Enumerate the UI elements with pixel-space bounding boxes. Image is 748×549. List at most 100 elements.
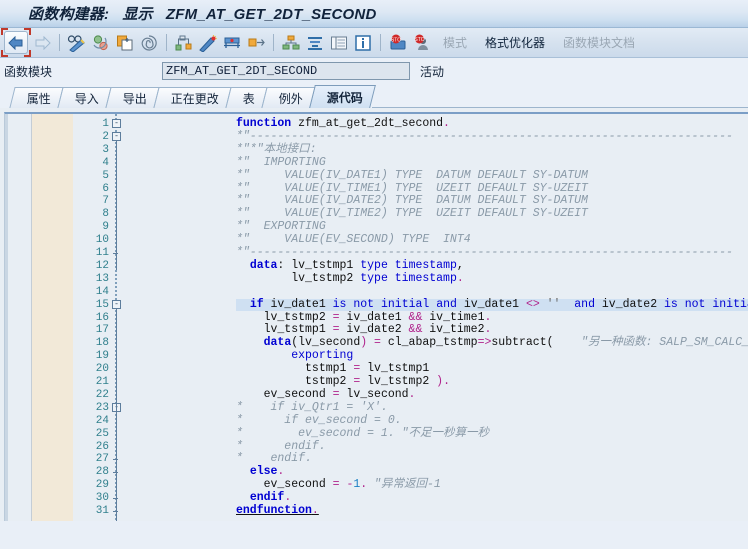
where-used-list-icon[interactable]: [137, 31, 161, 55]
line-number: 16: [95, 311, 109, 324]
code-line[interactable]: exporting: [236, 349, 748, 363]
code-line[interactable]: function zfm_at_get_2dt_second.: [236, 117, 748, 131]
tab-source-code[interactable]: 源代码: [309, 85, 376, 108]
fold-end-tick: [113, 511, 118, 512]
copy-icon[interactable]: [113, 31, 137, 55]
toolbar-mode-button[interactable]: 模式: [443, 34, 467, 51]
fold-toggle-icon[interactable]: -: [112, 131, 121, 141]
code-line[interactable]: *" VALUE(EV_SECOND) TYPE INT4: [236, 233, 748, 247]
tab-label: 源代码: [326, 90, 363, 105]
line-number: 14: [95, 285, 109, 298]
code-line[interactable]: ev_second = lv_second.: [236, 388, 748, 402]
line-number: 17: [95, 324, 109, 337]
code-line[interactable]: else.: [236, 466, 748, 479]
stop-screen-icon[interactable]: STO: [386, 31, 410, 55]
hierarchy-icon[interactable]: [279, 31, 303, 55]
toolbar-separator: [273, 34, 274, 51]
line-number: 1: [102, 118, 109, 130]
code-line[interactable]: endfunction.: [236, 504, 748, 518]
line-number: 26: [95, 440, 109, 453]
fold-toggle-icon[interactable]: -: [112, 299, 121, 309]
info-icon[interactable]: [351, 31, 375, 55]
line-number: 7: [102, 195, 109, 208]
title-object-name: ZFM_AT_GET_2DT_SECOND: [165, 6, 377, 23]
magic-wand-glyph: [199, 34, 217, 52]
toolbar-separator: [59, 34, 60, 51]
tab-export[interactable]: 导出: [105, 87, 160, 108]
code-line[interactable]: * endif.: [236, 453, 748, 466]
code-line[interactable]: * endif.: [236, 440, 748, 454]
code-line[interactable]: if iv_date1 is not initial and iv_date1 …: [236, 298, 748, 312]
refresh-icon[interactable]: [89, 31, 113, 55]
code-line[interactable]: *" VALUE(IV_DATE2) TYPE DATUM DEFAULT SY…: [236, 195, 748, 208]
tab-attributes[interactable]: 属性: [9, 87, 64, 108]
code-line[interactable]: *"--------------------------------------…: [236, 130, 748, 144]
tab-label: 表: [242, 91, 255, 106]
line-number: 5: [102, 169, 109, 182]
code-line[interactable]: data(lv_second) = cl_abap_tstmp=>subtrac…: [236, 337, 748, 350]
code-line[interactable]: * if ev_second = 0.: [236, 414, 748, 428]
code-line[interactable]: *"--------------------------------------…: [236, 246, 748, 260]
activate-rack-glyph: [224, 37, 240, 48]
line-number: 6: [102, 182, 109, 195]
forward-arrow-glyph: [35, 35, 51, 50]
fold-toggle-icon[interactable]: -: [112, 119, 121, 128]
code-line[interactable]: endif.: [236, 491, 748, 505]
code-line[interactable]: * if iv_Qtr1 = 'X'.: [236, 401, 748, 415]
table-list-glyph: [331, 36, 347, 49]
toolbar-function-module-doc-button[interactable]: 函数模块文档: [563, 34, 635, 51]
fold-end-tick: [113, 459, 118, 461]
tab-exceptions[interactable]: 例外: [261, 87, 316, 108]
code-line[interactable]: *" VALUE(IV_DATE1) TYPE DATUM DEFAULT SY…: [236, 169, 748, 183]
line-number: 21: [95, 376, 109, 388]
code-line[interactable]: lv_tstmp2 type timestamp.: [236, 272, 748, 286]
code-line[interactable]: *"*"本地接口:: [236, 143, 748, 157]
code-line[interactable]: [236, 286, 748, 299]
code-line[interactable]: data: lv_tstmp1 type timestamp,: [236, 259, 748, 273]
fold-range-bar: [116, 411, 117, 521]
code-text-area[interactable]: function zfm_at_get_2dt_second. *"-------…: [118, 114, 748, 521]
code-line[interactable]: *" VALUE(IV_TIME2) TYPE UZEIT DEFAULT SY…: [236, 208, 748, 221]
code-line[interactable]: tstmp2 = lv_tstmp2 ).: [236, 375, 748, 389]
tree-hierarchy-glyph: [282, 35, 300, 49]
breakpoint-gutter[interactable]: [31, 114, 74, 521]
line-number: 2: [102, 130, 109, 143]
code-line[interactable]: tstmp1 = lv_tstmp1: [236, 362, 748, 376]
code-line[interactable]: * ev_second = 1. "不足一秒算一秒: [236, 427, 748, 441]
line-number: 19: [95, 350, 109, 363]
line-number: 23: [95, 401, 109, 414]
function-module-input[interactable]: [162, 62, 410, 80]
pretty-printer-wand-icon[interactable]: [196, 31, 220, 55]
forward-arrow-icon[interactable]: [30, 31, 54, 55]
line-number: 31: [95, 505, 109, 517]
fold-end-tick: [113, 253, 118, 254]
editor-left-rail: [5, 114, 8, 521]
tab-changing[interactable]: 正在更改: [153, 87, 232, 108]
activate-icon[interactable]: [220, 31, 244, 55]
tab-import[interactable]: 导入: [57, 87, 112, 108]
object-navigator-icon[interactable]: [172, 31, 196, 55]
list-icon[interactable]: [327, 31, 351, 55]
fold-end-tick: [113, 472, 118, 474]
code-line[interactable]: ev_second = -1. "异常返回-1: [236, 478, 748, 492]
code-line[interactable]: lv_tstmp2 = iv_date1 && iv_time1.: [236, 311, 748, 325]
line-number: 18: [95, 337, 109, 350]
code-line[interactable]: *" IMPORTING: [236, 156, 748, 170]
back-arrow-icon[interactable]: [1, 28, 31, 57]
code-line[interactable]: *" EXPORTING: [236, 220, 748, 234]
tab-label: 导出: [122, 91, 147, 106]
code-line[interactable]: *" VALUE(IV_TIME1) TYPE UZEIT DEFAULT SY…: [236, 182, 748, 196]
line-number: 10: [95, 234, 109, 247]
code-editor[interactable]: function zfm_at_get_2dt_second. *"-------…: [4, 112, 748, 521]
stop-person-icon[interactable]: STO: [410, 31, 434, 55]
toolbar-pretty-printer-button[interactable]: 格式优化器: [485, 34, 545, 51]
back-arrow-glyph: [8, 35, 23, 50]
navigate-icon[interactable]: [244, 31, 268, 55]
line-number: 28: [95, 466, 109, 479]
objects-connector-glyph: [175, 35, 192, 50]
merge-icon[interactable]: [303, 31, 327, 55]
display-change-icon[interactable]: [65, 31, 89, 55]
window-title-bar: 函数构建器: 显示 ZFM_AT_GET_2DT_SECOND: [0, 0, 748, 28]
line-number: 22: [95, 388, 109, 401]
toolbar-separator: [380, 34, 381, 51]
